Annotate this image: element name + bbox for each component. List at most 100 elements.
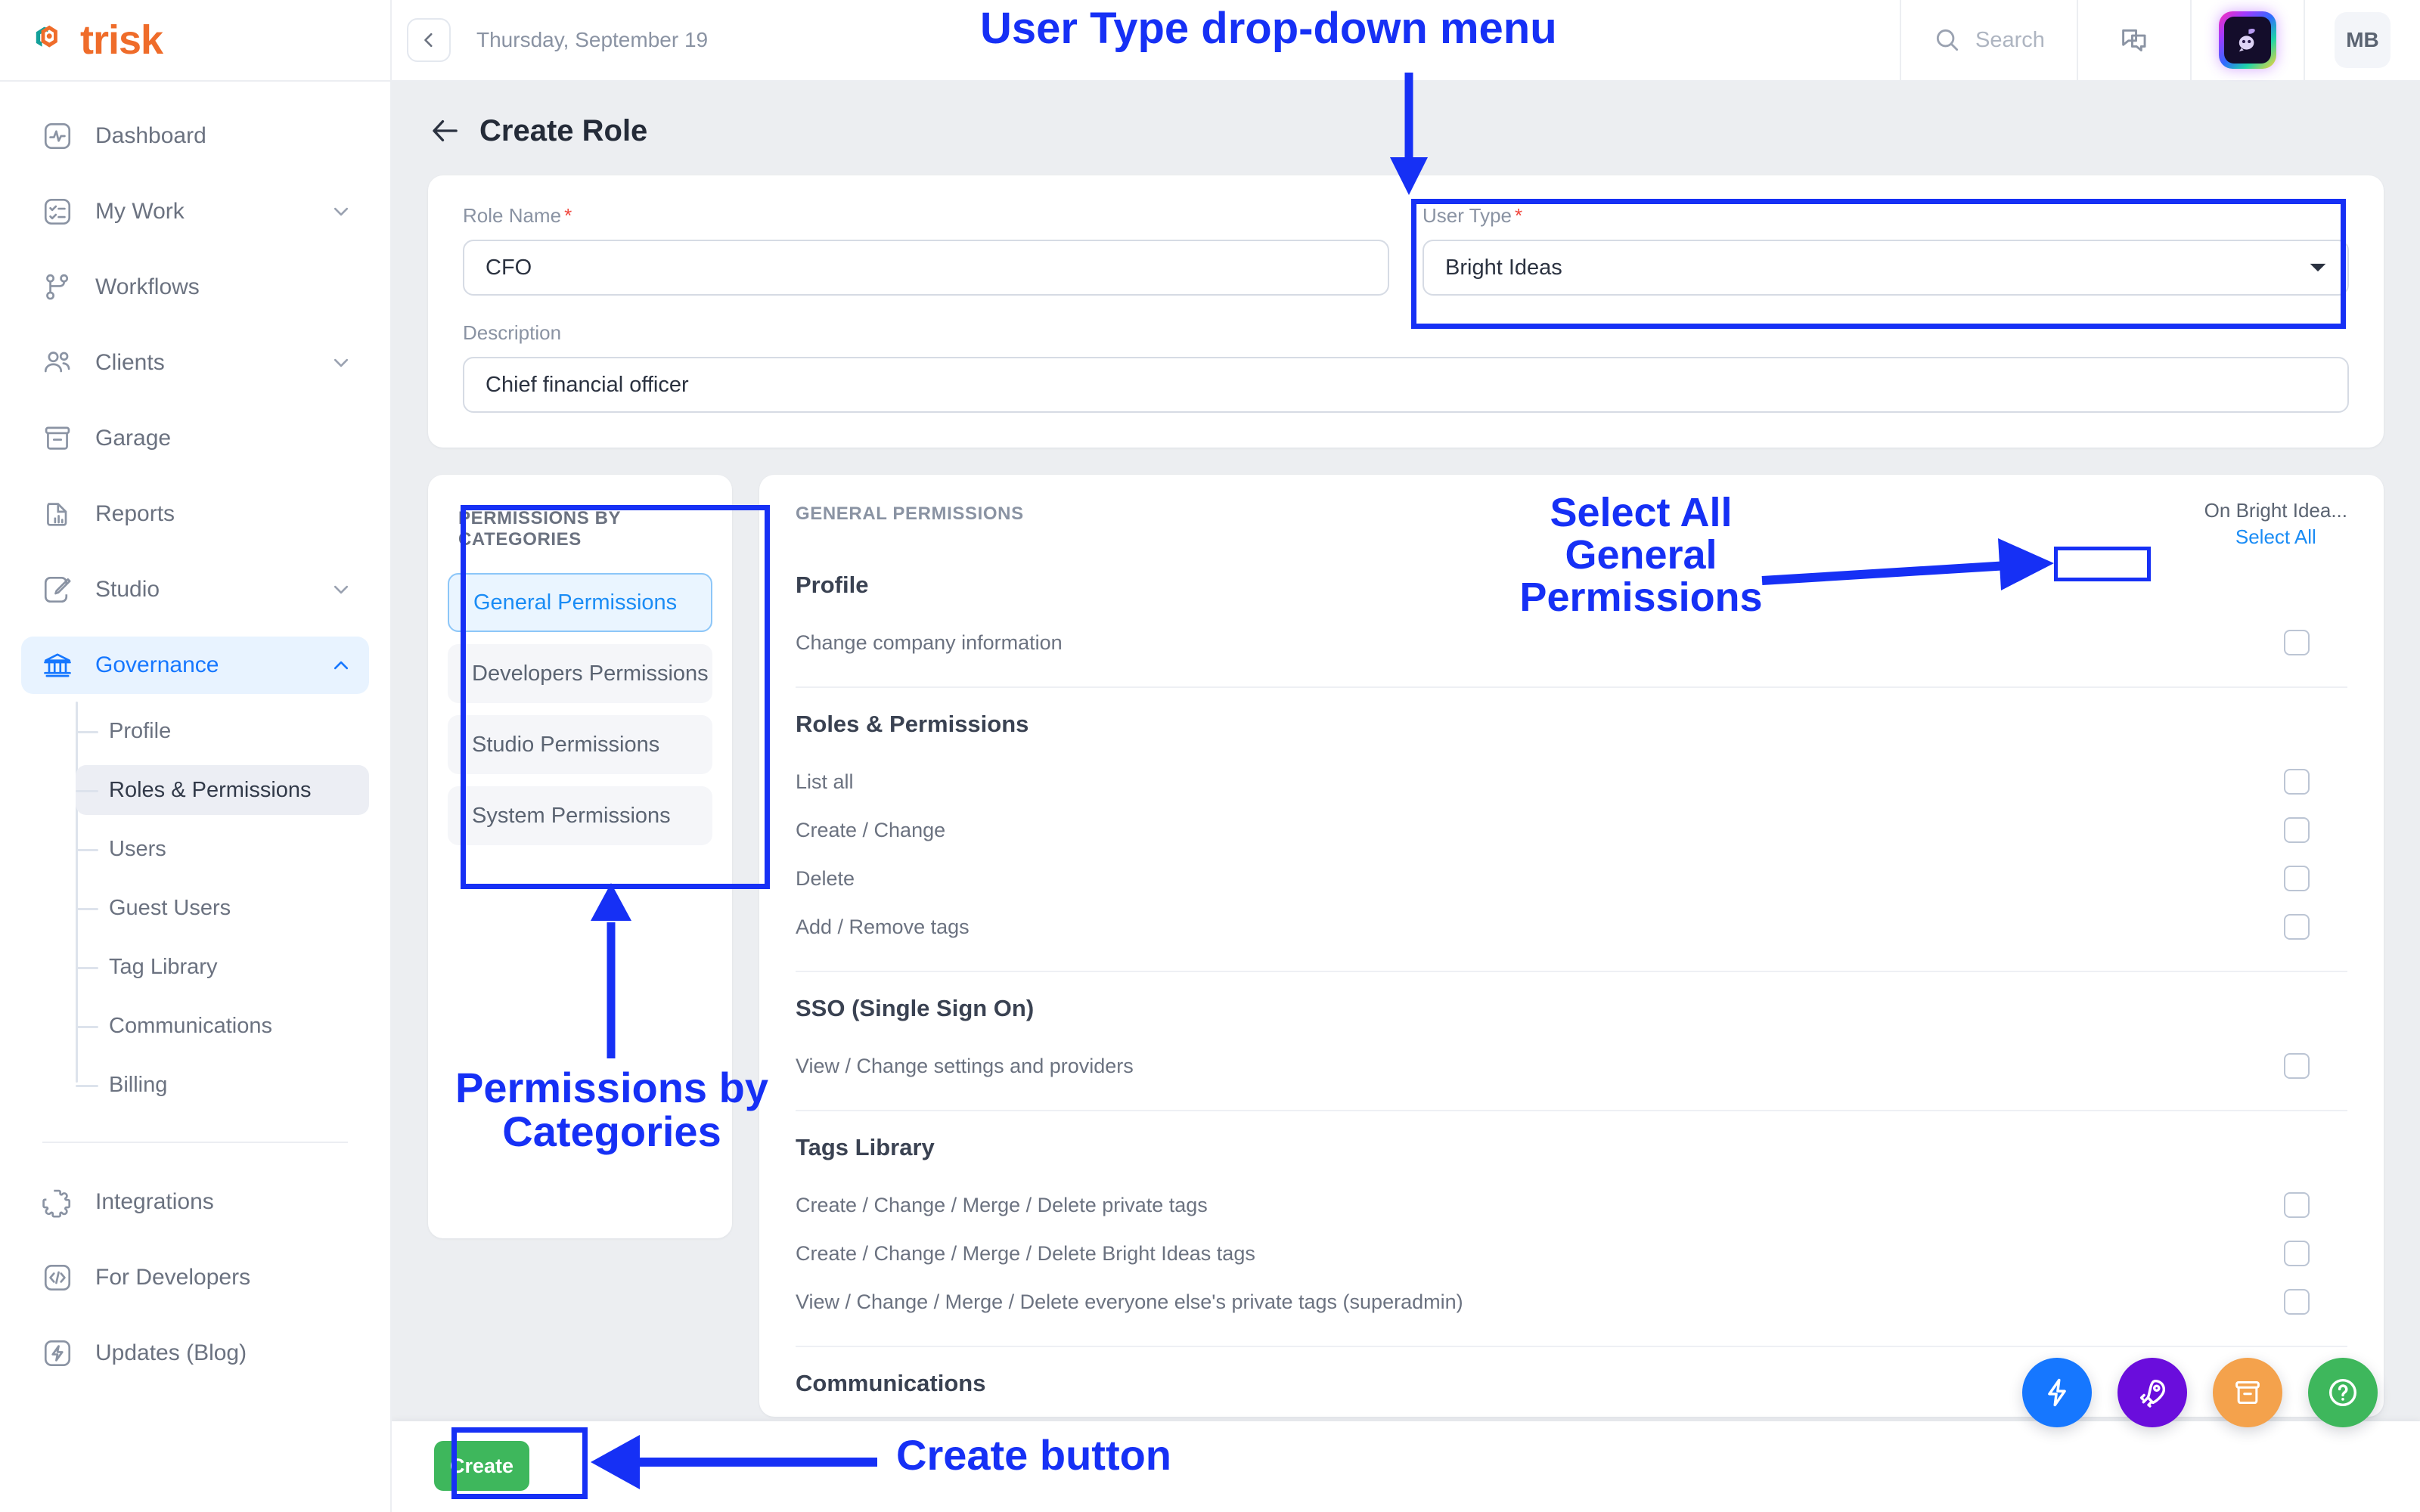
subitem-label: Profile — [109, 718, 172, 743]
category-studio-permissions[interactable]: Studio Permissions — [448, 715, 712, 774]
user-type-field-group: User Type * Bright Ideas — [1423, 204, 2349, 296]
permission-row: List all — [796, 758, 2347, 806]
report-document-icon — [47, 503, 67, 526]
sidebar-item-label: Clients — [95, 350, 165, 375]
permission-checkbox[interactable] — [2284, 1053, 2310, 1079]
lightning-bolt-icon — [44, 1340, 71, 1367]
permission-checkbox[interactable] — [2284, 1241, 2310, 1266]
subitem-label: Guest Users — [109, 895, 231, 920]
category-general-permissions[interactable]: General Permissions — [448, 573, 712, 632]
ai-mascot-glyph — [2238, 28, 2255, 52]
group-title: Profile — [796, 572, 869, 598]
sidebar-item-updates-blog[interactable]: Updates (Blog) — [21, 1325, 369, 1382]
sidebar-subitem-users[interactable]: Users — [76, 824, 369, 874]
permission-group-tags-library: Tags Library Create / Change / Merge / D… — [796, 1111, 2347, 1347]
sidebar-item-label: My Work — [95, 199, 185, 224]
page-title: Create Role — [479, 113, 648, 147]
categories-panel-title: PERMISSIONS BY CATEGORIES — [458, 508, 621, 550]
fab-launch-button[interactable] — [2118, 1358, 2187, 1427]
sidebar-item-workflows[interactable]: Workflows — [21, 259, 369, 316]
sidebar-subitem-billing[interactable]: Billing — [76, 1060, 369, 1110]
permission-checkbox[interactable] — [2284, 1289, 2310, 1315]
category-developers-permissions[interactable]: Developers Permissions — [448, 644, 712, 703]
sidebar-subitem-profile[interactable]: Profile — [76, 706, 369, 756]
sidebar-subitem-tag-library[interactable]: Tag Library — [76, 942, 369, 992]
sidebar-item-dashboard[interactable]: Dashboard — [21, 107, 369, 165]
permission-label: Create / Change — [796, 818, 946, 841]
sidebar-item-clients[interactable]: Clients — [21, 334, 369, 392]
arrow-left-icon[interactable] — [428, 113, 463, 148]
sidebar-item-governance[interactable]: Governance — [21, 637, 369, 694]
permission-checkbox[interactable] — [2284, 630, 2310, 655]
subitem-label: Users — [109, 836, 166, 861]
description-label: Description — [463, 321, 562, 344]
permission-group-profile: Profile Change company information — [796, 549, 2347, 688]
permission-checkbox[interactable] — [2284, 914, 2310, 940]
governance-subnav: Profile Roles & Permissions Users Guest … — [21, 702, 369, 1110]
group-title: Roles & Permissions — [796, 711, 1029, 737]
create-button[interactable]: Create — [434, 1441, 529, 1491]
permission-row: Create / Change / Merge / Delete private… — [796, 1181, 2347, 1229]
sidebar-collapse-button[interactable] — [407, 18, 451, 62]
permission-checkbox[interactable] — [2284, 817, 2310, 843]
fab-automations-button[interactable] — [2022, 1358, 2092, 1427]
permission-row: Create / Change / Merge / Delete Bright … — [796, 1229, 2347, 1278]
sidebar-divider — [42, 1142, 348, 1143]
sidebar-subitem-roles-permissions[interactable]: Roles & Permissions — [76, 765, 369, 815]
brush-icon — [44, 576, 71, 603]
subitem-label: Communications — [109, 1013, 272, 1038]
user-type-dropdown[interactable]: Bright Ideas — [1423, 240, 2349, 296]
user-avatar-button[interactable]: MB — [2304, 0, 2420, 81]
ai-assistant-button[interactable] — [2190, 0, 2304, 81]
top-bar-actions: Search MB — [1900, 0, 2420, 81]
permission-checkbox[interactable] — [2284, 769, 2310, 795]
permission-group-roles-permissions: Roles & Permissions List all Create / Ch… — [796, 688, 2347, 972]
sidebar-item-garage[interactable]: Garage — [21, 410, 369, 467]
permission-checkbox[interactable] — [2284, 866, 2310, 891]
chevron-left-icon — [424, 33, 433, 48]
help-question-icon — [2328, 1378, 2357, 1407]
chat-button[interactable] — [2077, 0, 2190, 81]
sidebar-item-studio[interactable]: Studio — [21, 561, 369, 618]
sidebar-item-label: Governance — [95, 652, 219, 677]
required-asterisk: * — [564, 204, 572, 227]
select-all-area: On Bright Idea... Select All — [2204, 499, 2347, 549]
sidebar-item-reports[interactable]: Reports — [21, 485, 369, 543]
sidebar-item-my-work[interactable]: My Work — [21, 183, 369, 240]
fab-help-button[interactable] — [2308, 1358, 2378, 1427]
main-content: Create Role Role Name* User Type* Bright… — [392, 82, 2420, 1512]
role-name-input[interactable] — [463, 240, 1389, 296]
select-all-link[interactable]: Select All — [2235, 525, 2316, 549]
permissions-section: PERMISSIONS BY CATEGORIES General Permis… — [428, 475, 2384, 1417]
user-type-label: User Type * — [1423, 204, 1523, 227]
app-logo-text: trisk — [80, 17, 163, 63]
category-label: Developers Permissions — [472, 661, 709, 686]
page-header: Create Role — [392, 82, 2420, 148]
sidebar-subitem-communications[interactable]: Communications — [76, 1001, 369, 1051]
sidebar-item-integrations[interactable]: Integrations — [21, 1173, 369, 1231]
sidebar-item-label: For Developers — [95, 1265, 251, 1290]
chat-bubbles-icon — [2122, 29, 2146, 51]
search-icon — [1936, 29, 1959, 51]
rocket-icon — [2139, 1379, 2166, 1408]
checklist-icon — [44, 198, 71, 225]
fab-garage-button[interactable] — [2213, 1358, 2282, 1427]
app-logo[interactable]: trisk — [0, 0, 390, 82]
bank-columns-icon — [44, 653, 71, 677]
search-button[interactable]: Search — [1900, 0, 2077, 81]
avatar: MB — [2335, 12, 2391, 68]
form-row-top: Role Name* User Type* Bright Ideas — [463, 204, 2349, 296]
sidebar-item-for-developers[interactable]: For Developers — [21, 1249, 369, 1306]
description-input[interactable] — [463, 357, 2349, 413]
category-system-permissions[interactable]: System Permissions — [448, 786, 712, 845]
category-label: System Permissions — [472, 803, 671, 828]
permission-checkbox[interactable] — [2284, 1192, 2310, 1218]
permission-label: Create / Change / Merge / Delete Bright … — [796, 1241, 1255, 1265]
trisk-hexagon-logo-icon — [36, 25, 57, 48]
permission-label: View / Change / Merge / Delete everyone … — [796, 1290, 1463, 1313]
archive-box-icon — [2235, 1380, 2260, 1405]
role-form-card: Role Name* User Type* Bright Ideas Descr… — [428, 175, 2384, 448]
sidebar-subitem-guest-users[interactable]: Guest Users — [76, 883, 369, 933]
required-asterisk: * — [1515, 204, 1523, 227]
current-date-label: Thursday, September 19 — [476, 28, 709, 51]
